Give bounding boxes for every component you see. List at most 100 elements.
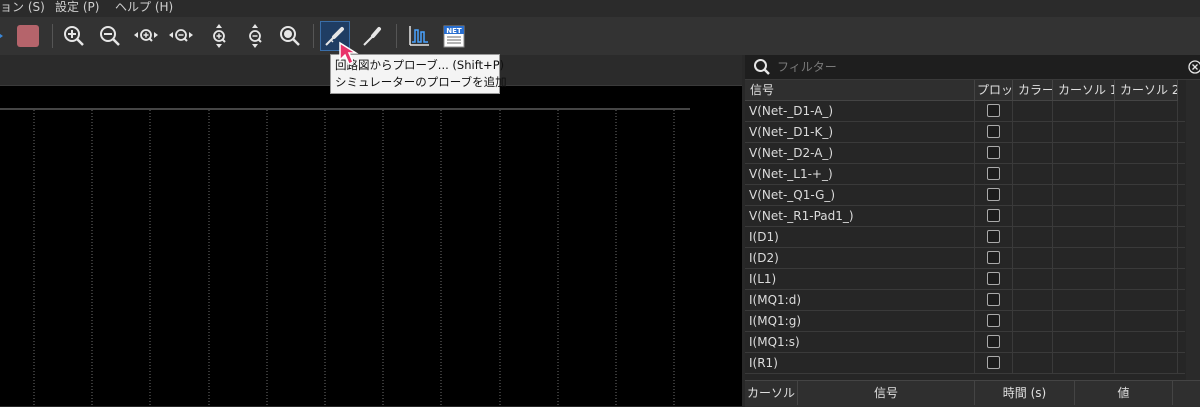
color-cell[interactable] bbox=[1013, 248, 1053, 268]
cursor1-cell[interactable] bbox=[1053, 101, 1115, 121]
scrollbar[interactable] bbox=[1186, 80, 1200, 380]
cursor1-cell[interactable] bbox=[1053, 143, 1115, 163]
color-cell[interactable] bbox=[1013, 332, 1053, 352]
cursor2-cell[interactable] bbox=[1115, 206, 1178, 226]
zoom-out-horizontal-button[interactable] bbox=[166, 21, 196, 51]
cursor1-cell[interactable] bbox=[1053, 227, 1115, 247]
stop-button[interactable] bbox=[13, 21, 43, 51]
plot-checkbox[interactable] bbox=[987, 125, 1000, 138]
cursor2-cell[interactable] bbox=[1115, 122, 1178, 142]
cursor1-cell[interactable] bbox=[1053, 248, 1115, 268]
plot-checkbox[interactable] bbox=[987, 104, 1000, 117]
plot-checkbox[interactable] bbox=[987, 314, 1000, 327]
plot-cell[interactable] bbox=[975, 164, 1013, 184]
zoom-out-vertical-button[interactable] bbox=[240, 21, 270, 51]
plot-checkbox[interactable] bbox=[987, 146, 1000, 159]
table-row[interactable]: I(D1) bbox=[745, 227, 1185, 248]
menu-simulation[interactable]: ョン (S) bbox=[0, 0, 45, 14]
menu-help[interactable]: ヘルプ (H) bbox=[115, 0, 173, 14]
plot-canvas[interactable] bbox=[0, 86, 742, 406]
color-cell[interactable] bbox=[1013, 311, 1053, 331]
run-button[interactable] bbox=[0, 21, 6, 51]
column-header-cursor1[interactable]: カーソル 1 bbox=[1053, 80, 1115, 101]
color-cell[interactable] bbox=[1013, 353, 1053, 373]
cursor2-cell[interactable] bbox=[1115, 311, 1178, 331]
column-header-cursor-signal[interactable]: 信号 bbox=[798, 381, 975, 405]
table-row[interactable]: I(R1) bbox=[745, 353, 1185, 374]
color-cell[interactable] bbox=[1013, 185, 1053, 205]
plot-cell[interactable] bbox=[975, 143, 1013, 163]
cursor1-cell[interactable] bbox=[1053, 269, 1115, 289]
color-cell[interactable] bbox=[1013, 164, 1053, 184]
plot-cell[interactable] bbox=[975, 332, 1013, 352]
cursor2-cell[interactable] bbox=[1115, 332, 1178, 352]
plot-checkbox[interactable] bbox=[987, 188, 1000, 201]
table-row[interactable]: V(Net-_L1-+_) bbox=[745, 164, 1185, 185]
column-header-value[interactable]: 値 bbox=[1075, 381, 1173, 405]
plot-cell[interactable] bbox=[975, 227, 1013, 247]
table-row[interactable]: V(Net-_R1-Pad1_) bbox=[745, 206, 1185, 227]
zoom-in-horizontal-button[interactable] bbox=[131, 21, 161, 51]
table-row[interactable]: I(MQ1:s) bbox=[745, 332, 1185, 353]
cursor2-cell[interactable] bbox=[1115, 101, 1178, 121]
color-cell[interactable] bbox=[1013, 269, 1053, 289]
column-header-plot[interactable]: プロット bbox=[975, 80, 1013, 101]
zoom-in-button[interactable] bbox=[59, 21, 89, 51]
color-cell[interactable] bbox=[1013, 143, 1053, 163]
color-cell[interactable] bbox=[1013, 101, 1053, 121]
cursor1-cell[interactable] bbox=[1053, 311, 1115, 331]
cursor1-cell[interactable] bbox=[1053, 353, 1115, 373]
cursor2-cell[interactable] bbox=[1115, 143, 1178, 163]
cursor2-cell[interactable] bbox=[1115, 269, 1178, 289]
cursor1-cell[interactable] bbox=[1053, 206, 1115, 226]
table-row[interactable]: I(MQ1:g) bbox=[745, 311, 1185, 332]
plot-checkbox[interactable] bbox=[987, 335, 1000, 348]
color-cell[interactable] bbox=[1013, 122, 1053, 142]
plot-checkbox[interactable] bbox=[987, 251, 1000, 264]
plot-cell[interactable] bbox=[975, 248, 1013, 268]
zoom-out-button[interactable] bbox=[95, 21, 125, 51]
table-row[interactable]: I(MQ1:d) bbox=[745, 290, 1185, 311]
plot-checkbox[interactable] bbox=[987, 167, 1000, 180]
plot-cell[interactable] bbox=[975, 122, 1013, 142]
column-header-time[interactable]: 時間 (s) bbox=[975, 381, 1075, 405]
netlist-button[interactable]: NET bbox=[439, 21, 469, 51]
plot-cell[interactable] bbox=[975, 185, 1013, 205]
plot-checkbox[interactable] bbox=[987, 272, 1000, 285]
filter-input[interactable] bbox=[775, 57, 1189, 77]
plot-settings-button[interactable] bbox=[404, 21, 434, 51]
table-row[interactable]: V(Net-_D1-A_) bbox=[745, 101, 1185, 122]
cursor2-cell[interactable] bbox=[1115, 164, 1178, 184]
plot-checkbox[interactable] bbox=[987, 209, 1000, 222]
plot-cell[interactable] bbox=[975, 353, 1013, 373]
cursor2-cell[interactable] bbox=[1115, 227, 1178, 247]
table-row[interactable]: I(L1) bbox=[745, 269, 1185, 290]
plot-cell[interactable] bbox=[975, 269, 1013, 289]
column-header-cursor2[interactable]: カーソル 2 bbox=[1115, 80, 1178, 101]
menu-settings[interactable]: 設定 (P) bbox=[55, 0, 99, 14]
column-header-color[interactable]: カラー bbox=[1013, 80, 1053, 101]
cursor2-cell[interactable] bbox=[1115, 248, 1178, 268]
color-cell[interactable] bbox=[1013, 290, 1053, 310]
cursor1-cell[interactable] bbox=[1053, 164, 1115, 184]
table-row[interactable]: V(Net-_D1-K_) bbox=[745, 122, 1185, 143]
plot-cell[interactable] bbox=[975, 290, 1013, 310]
cursor1-cell[interactable] bbox=[1053, 122, 1115, 142]
cursor1-cell[interactable] bbox=[1053, 185, 1115, 205]
column-header-signal[interactable]: 信号 bbox=[745, 80, 975, 101]
column-header-cursor[interactable]: カーソル bbox=[745, 381, 798, 405]
plot-checkbox[interactable] bbox=[987, 230, 1000, 243]
table-row[interactable]: V(Net-_Q1-G_) bbox=[745, 185, 1185, 206]
cursor1-cell[interactable] bbox=[1053, 290, 1115, 310]
plot-cell[interactable] bbox=[975, 206, 1013, 226]
table-row[interactable]: I(D2) bbox=[745, 248, 1185, 269]
cursor1-cell[interactable] bbox=[1053, 332, 1115, 352]
clear-filter-icon[interactable] bbox=[1188, 60, 1200, 74]
color-cell[interactable] bbox=[1013, 227, 1053, 247]
cursor2-cell[interactable] bbox=[1115, 353, 1178, 373]
plot-checkbox[interactable] bbox=[987, 293, 1000, 306]
plot-checkbox[interactable] bbox=[987, 356, 1000, 369]
table-row[interactable]: V(Net-_D2-A_) bbox=[745, 143, 1185, 164]
zoom-in-vertical-button[interactable] bbox=[204, 21, 234, 51]
cursor2-cell[interactable] bbox=[1115, 290, 1178, 310]
